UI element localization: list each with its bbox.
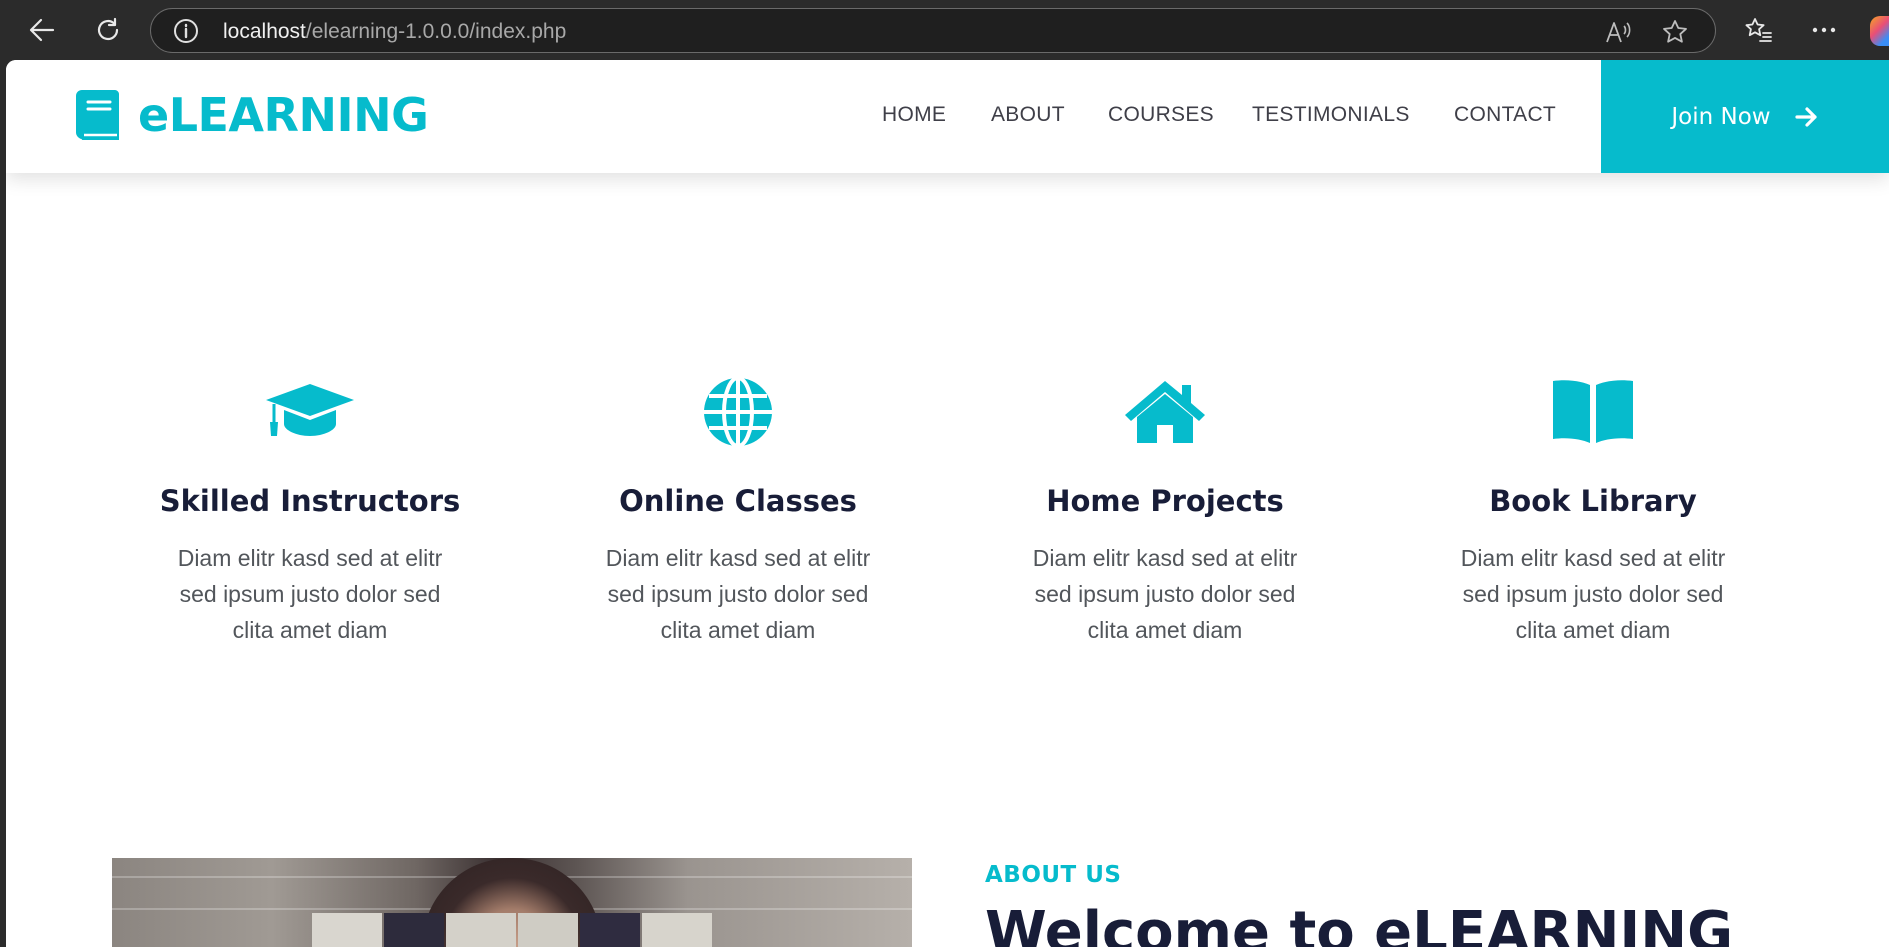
star-icon	[1663, 20, 1687, 43]
about-subtitle: ABOUT US	[985, 862, 1122, 888]
url-host: localhost	[223, 20, 306, 43]
feature-text: Diam elitr kasd sed at elitr sed ipsum j…	[605, 545, 871, 643]
refresh-button[interactable]	[90, 12, 126, 48]
more-dots-icon	[1812, 27, 1836, 33]
feature-card: Online Classes Diam elitr kasd sed at el…	[548, 372, 928, 648]
arrow-right-icon	[1795, 106, 1817, 127]
favorites-list-icon	[1745, 18, 1772, 42]
feature-text: Diam elitr kasd sed at elitr sed ipsum j…	[1032, 545, 1298, 643]
feature-text: Diam elitr kasd sed at elitr sed ipsum j…	[1460, 545, 1726, 643]
refresh-icon	[97, 17, 119, 41]
brand-logo[interactable]: eLEARNING	[76, 88, 429, 142]
feature-icon-wrap	[548, 372, 928, 452]
feature-title: Home Projects	[1046, 484, 1284, 518]
feature-title: Book Library	[1489, 484, 1697, 518]
page-viewport: eLEARNING HOME ABOUT COURSES TESTIMONIAL…	[6, 60, 1889, 947]
graduation-cap-icon	[266, 384, 354, 436]
nav-home[interactable]: HOME	[882, 103, 946, 127]
read-aloud-button[interactable]	[1604, 18, 1632, 46]
about-image	[112, 858, 912, 947]
info-icon[interactable]	[173, 18, 199, 44]
book-spine	[580, 913, 640, 947]
nav-courses[interactable]: COURSES	[1108, 103, 1214, 127]
book-spine	[642, 913, 712, 947]
book-spine	[384, 913, 444, 947]
url-path: /elearning-1.0.0.0/index.php	[305, 20, 567, 43]
join-now-button[interactable]: Join Now	[1601, 60, 1889, 173]
address-bar[interactable]: localhost/elearning-1.0.0.0/index.php	[150, 8, 1716, 53]
join-now-label: Join Now	[1671, 103, 1771, 130]
copilot-icon[interactable]	[1870, 16, 1889, 46]
book-spine	[518, 913, 578, 947]
about-title: Welcome to eLEARNING	[985, 900, 1734, 947]
browser-toolbar: localhost/elearning-1.0.0.0/index.php	[0, 0, 1889, 60]
favorites-button[interactable]	[1740, 12, 1776, 48]
feature-icon-wrap	[975, 372, 1355, 452]
home-icon	[1125, 381, 1205, 443]
brand-name: eLEARNING	[138, 88, 429, 142]
favorite-button[interactable]	[1661, 18, 1689, 46]
more-button[interactable]	[1806, 12, 1842, 48]
feature-text: Diam elitr kasd sed at elitr sed ipsum j…	[177, 545, 443, 643]
book-open-icon	[1553, 380, 1633, 443]
feature-card: Skilled Instructors Diam elitr kasd sed …	[120, 372, 500, 648]
nav-contact[interactable]: CONTACT	[1454, 103, 1556, 127]
book-spine	[312, 913, 382, 947]
site-navbar: eLEARNING HOME ABOUT COURSES TESTIMONIAL…	[6, 60, 1889, 173]
feature-title: Online Classes	[619, 484, 857, 518]
feature-title: Skilled Instructors	[159, 484, 461, 518]
feature-icon-wrap	[1403, 372, 1783, 452]
back-button[interactable]	[24, 12, 60, 48]
nav-testimonials[interactable]: TESTIMONIALS	[1252, 103, 1410, 127]
arrow-left-icon	[29, 18, 55, 42]
globe-icon	[704, 376, 772, 448]
feature-card: Book Library Diam elitr kasd sed at elit…	[1403, 372, 1783, 648]
feature-icon-wrap	[120, 372, 500, 452]
feature-card: Home Projects Diam elitr kasd sed at eli…	[975, 372, 1355, 648]
book-spine	[446, 913, 516, 947]
nav-about[interactable]: ABOUT	[991, 103, 1065, 127]
read-aloud-icon	[1606, 22, 1631, 43]
url-text[interactable]: localhost/elearning-1.0.0.0/index.php	[223, 20, 566, 44]
book-icon	[76, 90, 119, 140]
